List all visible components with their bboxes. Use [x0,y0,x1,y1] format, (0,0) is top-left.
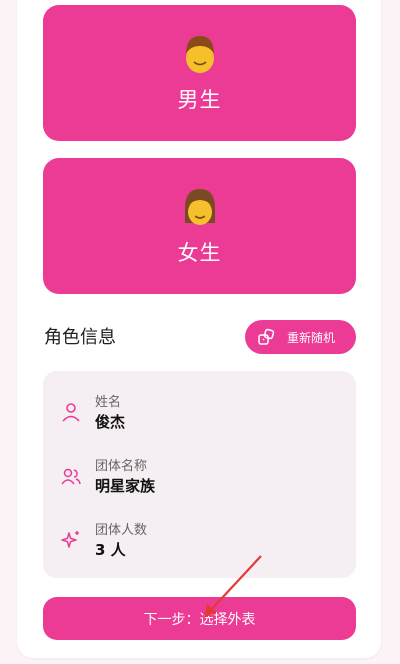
reroll-label: 重新随机 [287,330,336,345]
next-step-button[interactable]: 下一步：选择外表 [43,597,356,640]
gender-label-male: 男生 [177,88,222,112]
gender-card-female[interactable]: 女生 [43,158,356,294]
next-step-label: 下一步：选择外表 [143,611,256,628]
group-icon [61,468,81,485]
section-title-role-info: 角色信息 [44,327,116,348]
girl-emoji-icon [184,189,215,225]
info-key-group-size: 团体人数 [95,523,148,538]
info-value-name: 俊杰 [95,413,126,431]
info-row-group-size: 团体人数 3 人 [43,515,356,563]
gender-label-female: 女生 [177,241,222,265]
boy-emoji-icon [185,36,214,73]
info-value-group-size: 3 人 [95,541,126,559]
info-row-group-name: 团体名称 明星家族 [43,451,356,499]
gender-card-male[interactable]: 男生 [43,5,356,141]
info-key-name: 姓名 [95,395,122,410]
reroll-button[interactable]: 重新随机 [245,320,356,354]
person-icon [62,403,80,422]
info-row-name: 姓名 俊杰 [43,387,356,435]
info-value-group-name: 明星家族 [95,477,156,495]
role-info-panel: 姓名 俊杰 团体名称 明星家族 团体人数 3 人 [43,371,356,578]
sparkle-icon [61,531,79,548]
dice-icon [258,328,275,345]
info-key-group-name: 团体名称 [95,459,148,474]
